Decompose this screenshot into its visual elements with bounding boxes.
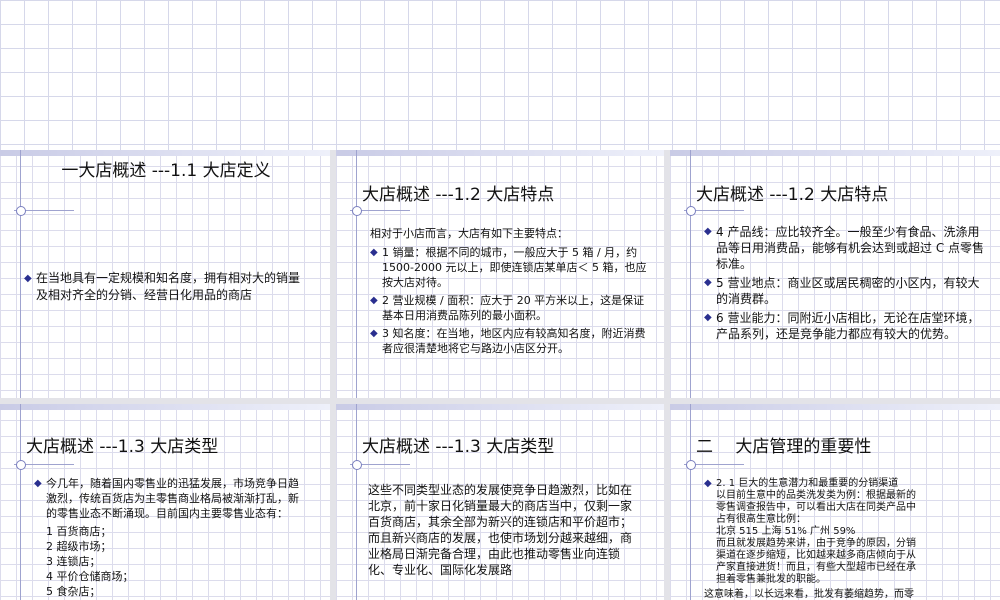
- list-item: 5 食杂店；: [46, 585, 101, 598]
- slide-header-bar: [670, 150, 1000, 156]
- diamond-bullet-icon: ◆: [370, 328, 378, 339]
- slide-thumbnail-5[interactable]: 大店概述 ---1.3 大店类型 这些不同类型业态的发展使竞争日趋激烈，比如在北…: [336, 404, 664, 600]
- bullet-item: ◆ 2. 1 巨大的生意潜力和最重要的分销渠道: [704, 478, 899, 489]
- bullet-item: ◆ 4 产品线：应比较齐全。一般至少有食品、洗涤用品等日用消费品，能够有机会达到…: [704, 225, 985, 271]
- slide-decor-line: [20, 150, 21, 398]
- slide-decor-line: [356, 150, 357, 398]
- slide-paragraph: 这些不同类型业态的发展使竞争日趋激烈，比如在北京，前十家日化销量最大的商店当中，…: [368, 483, 633, 577]
- slide-header-bar: [336, 404, 664, 410]
- bullet-sub-line: 担着零售兼批发的职能。: [716, 574, 826, 585]
- slide-header-bar: [336, 150, 664, 156]
- slide-thumbnail-2[interactable]: 大店概述 ---1.2 大店特点 相对于小店而言，大店有如下主要特点： ◆ 1 …: [336, 150, 664, 398]
- bullet-sub-line: 渠道在逐步缩短，比如越来越多商店倾向于从: [716, 550, 916, 561]
- list-item: 4 平价仓储商场；: [46, 570, 134, 583]
- bullet-item: ◆ 在当地具有一定规模和知名度，拥有相对大的销量及相对齐全的分销、经营日化用品的…: [24, 271, 301, 302]
- diamond-bullet-icon: ◆: [370, 247, 378, 258]
- slide-decor-line: [356, 404, 357, 600]
- bullet-sub-line: 占有很高生意比例：: [716, 514, 806, 525]
- diamond-bullet-icon: ◆: [34, 478, 42, 489]
- diamond-bullet-icon: ◆: [704, 226, 712, 237]
- slide-decor-node: [686, 460, 696, 470]
- slide-tail-text: 这意味着，以长远来看，批发有萎缩趋势，而零: [704, 589, 914, 600]
- slide-title: 一大店概述 ---1.1 大店定义: [61, 161, 271, 181]
- slide-title: 大店概述 ---1.3 大店类型: [26, 437, 219, 457]
- slide-decor-node: [16, 206, 26, 216]
- bullet-item: ◆ 5 营业地点：商业区或居民稠密的小区内，有较大的消费群。: [704, 276, 980, 306]
- slide-header-bar: [0, 404, 330, 410]
- list-item: 2 超级市场；: [46, 540, 112, 553]
- bullet-item: ◆ 6 营业能力：同附近小店相比，无论在店堂环境，产品系列，还是竞争能力都应有较…: [704, 311, 980, 341]
- slide-decor-node: [16, 460, 26, 470]
- slide-thumbnail-6[interactable]: 二 大店管理的重要性 ◆ 2. 1 巨大的生意潜力和最重要的分销渠道 以目前生意…: [670, 404, 1000, 600]
- bullet-item: ◆ 2 营业规模 / 面积：应大于 20 平方米以上，这是保证基本日用消费品陈列…: [370, 294, 645, 322]
- list-item: 1 百货商店；: [46, 525, 112, 538]
- bullet-sub-line: 以目前生意中的品类洗发类为例：根据最新的: [716, 490, 916, 501]
- bullet-item: ◆ 1 销量：根据不同的城市，一般应大于 5 箱 / 月，约 1500-2000…: [370, 246, 647, 289]
- slide-thumbnail-4[interactable]: 大店概述 ---1.3 大店类型 ◆ 今几年，随着国内零售业的迅猛发展，市场竞争…: [0, 404, 330, 600]
- bullet-sub-line: 北京 515 上海 51% 广州 59%: [716, 526, 856, 537]
- diamond-bullet-icon: ◆: [370, 295, 378, 306]
- slide-intro-text: 相对于小店而言，大店有如下主要特点：: [370, 227, 568, 240]
- slide-decor-node: [686, 206, 696, 216]
- slide-decor-node: [352, 460, 362, 470]
- slide-decor-line: [20, 404, 21, 600]
- slide-decor-line: [690, 404, 691, 600]
- slide-title: 大店概述 ---1.3 大店类型: [362, 437, 555, 457]
- slide-header-bar: [0, 150, 330, 156]
- blank-slide-area: [0, 0, 1000, 150]
- list-item: 3 连锁店；: [46, 555, 101, 568]
- bullet-sub-line: 产家直接进货！而且，有些大型超市已经在承: [716, 562, 916, 573]
- slide-decor-line: [690, 150, 691, 398]
- bullet-item: ◆ 3 知名度：在当地，地区内应有较高知名度，附近消费者应很清楚地将它与路边小店…: [370, 327, 646, 355]
- diamond-bullet-icon: ◆: [704, 312, 712, 323]
- bullet-item: ◆ 今几年，随着国内零售业的迅猛发展，市场竞争日趋激烈，传统百货店为主零售商业格…: [34, 477, 299, 520]
- slide-header-bar: [670, 404, 1000, 410]
- slide-title: 大店概述 ---1.2 大店特点: [696, 185, 889, 205]
- bullet-sub-line: 零售调查报告中，可以看出大店在同类产品中: [716, 502, 916, 513]
- diamond-bullet-icon: ◆: [24, 273, 32, 284]
- slide-title: 大店概述 ---1.2 大店特点: [362, 185, 555, 205]
- bullet-sub-line: 而且就发展趋势来讲，由于竞争的原因，分销: [716, 538, 916, 549]
- slide-thumbnail-1[interactable]: 一大店概述 ---1.1 大店定义 ◆ 在当地具有一定规模和知名度，拥有相对大的…: [0, 150, 330, 398]
- slide-thumbnail-3[interactable]: 大店概述 ---1.2 大店特点 ◆ 4 产品线：应比较齐全。一般至少有食品、洗…: [670, 150, 1000, 398]
- slide-title: 二 大店管理的重要性: [696, 437, 872, 457]
- diamond-bullet-icon: ◆: [704, 478, 712, 489]
- diamond-bullet-icon: ◆: [704, 277, 712, 288]
- slide-decor-node: [352, 206, 362, 216]
